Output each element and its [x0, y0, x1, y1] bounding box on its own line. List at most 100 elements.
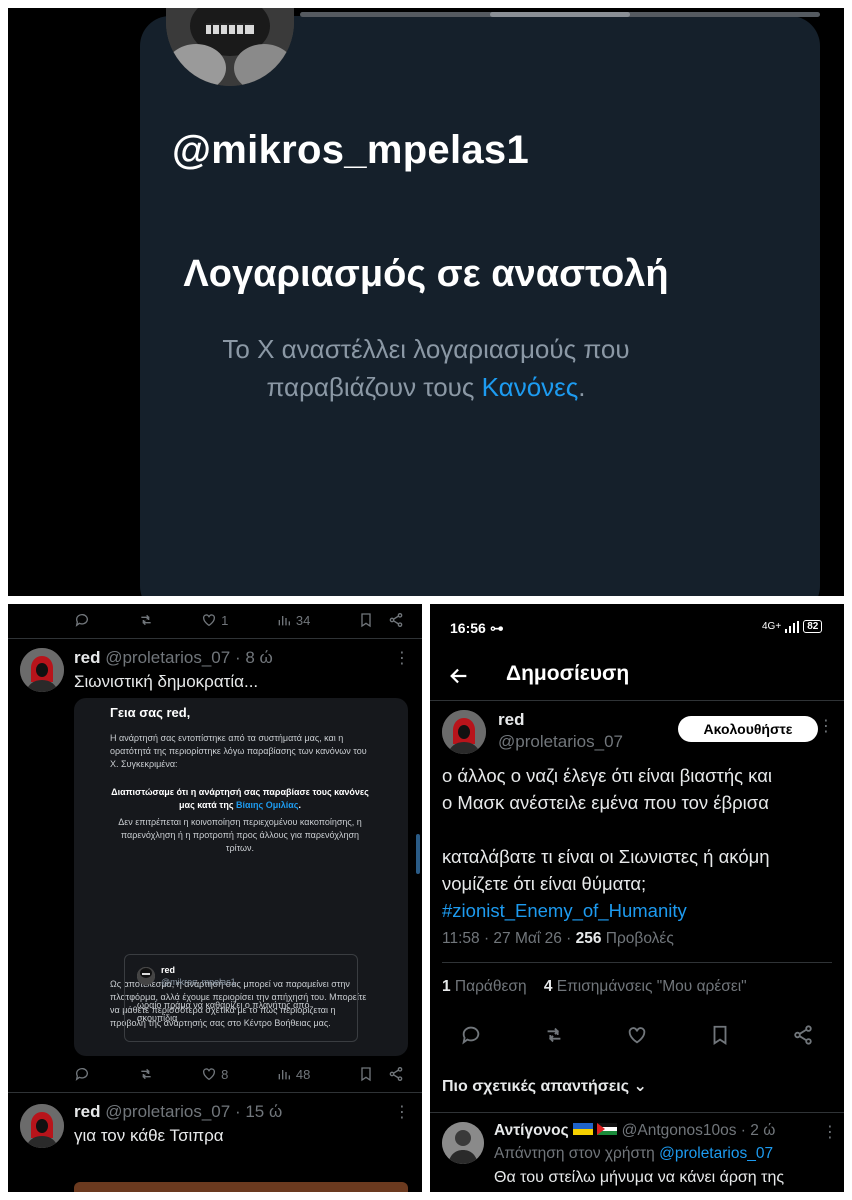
post-line: καταλάβατε τι είναι οι Σιωνιστες ή ακόμη — [442, 846, 770, 867]
post-line: νομίζετε ότι είναι θύματα; — [442, 873, 647, 894]
post-detail-panel: 16:56 ⊶ 4G+ 82 Δημοσίευση red @proletari… — [430, 604, 844, 1192]
quoted-tweet[interactable]: red @mikros_mpelas1 ωραίο πράμα να καθαρ… — [124, 954, 358, 1042]
view-count: 34 — [295, 612, 311, 628]
tweet-text: για τον κάθε Τσιπρα — [74, 1126, 224, 1145]
reply-author-name[interactable]: Αντίγονος — [494, 1122, 569, 1139]
scrollbar[interactable] — [416, 834, 420, 874]
author-avatar[interactable] — [442, 710, 486, 754]
more-icon[interactable]: ⋮ — [818, 716, 834, 736]
key-icon: ⊶ — [489, 620, 504, 636]
engagement-stats: 1 Παράθεση 4 Επισημάνσεις "Μου αρέσει" — [442, 978, 747, 996]
feed-panel: 1 34 red @proletarios_07 · 8 ώ ⋮ Σιωνιστ… — [8, 604, 422, 1192]
more-icon[interactable]: ⋮ — [394, 1102, 410, 1122]
heart-icon — [203, 1068, 216, 1081]
views-icon — [278, 616, 290, 626]
quote-name: red — [161, 965, 176, 975]
views-button[interactable]: 48 — [276, 1066, 310, 1082]
tweet-text: Σιωνιστική δημοκρατία... — [74, 672, 259, 691]
tweet-time[interactable]: · 8 ώ — [235, 648, 273, 667]
repost-button[interactable] — [138, 1066, 154, 1082]
battery-indicator: 82 — [803, 620, 823, 633]
author-name[interactable]: red — [74, 1102, 100, 1121]
moderation-notice[interactable]: Γεια σας red, Η ανάρτησή σας εντοπίστηκε… — [74, 698, 408, 1056]
bookmark-icon[interactable] — [358, 1066, 374, 1082]
author-name[interactable]: red — [498, 710, 524, 730]
like-count: 8 — [221, 1066, 229, 1082]
repost-icon — [140, 614, 151, 626]
post-line: ο Μασκ ανέστειλε εμένα που τον έβρισα — [442, 792, 769, 813]
post-actions — [460, 1024, 814, 1046]
violation-period: . — [298, 800, 301, 810]
share-icon[interactable] — [388, 612, 404, 628]
tweet-extra-actions — [358, 1066, 404, 1082]
reply-button[interactable] — [74, 612, 90, 628]
tweet-time[interactable]: · 15 ώ — [235, 1102, 282, 1121]
views-button[interactable]: 34 — [276, 612, 310, 628]
suspended-account-panel: @mikros_mpelas1 Λογαριασμός σε αναστολή … — [8, 8, 844, 596]
reply-to-link[interactable]: @proletarios_07 — [659, 1145, 773, 1162]
share-icon[interactable] — [388, 1066, 404, 1082]
network-indicator: 4G+ — [762, 621, 782, 632]
views-icon — [278, 1070, 290, 1080]
author-handle[interactable]: @proletarios_07 — [105, 1102, 230, 1121]
reply-to-label: Απάντηση στον χρήστη — [494, 1145, 660, 1162]
subtitle-line: παραβιάζουν τους Κανόνες. — [8, 368, 844, 406]
repost-button[interactable] — [138, 612, 154, 628]
clock: 16:56 — [450, 620, 486, 636]
tweet-actions: 1 34 — [74, 612, 404, 628]
quote-text: ωραίο πράμα να καθαρίζει ο πλανήτης από … — [137, 1000, 310, 1023]
profile-handle: @mikros_mpelas1 — [172, 128, 530, 172]
reply-time[interactable]: · 2 ώ — [741, 1122, 776, 1139]
quotes-stat[interactable]: 1 Παράθεση — [442, 978, 527, 995]
views-label: Προβολές — [601, 930, 674, 947]
suspended-card — [140, 16, 820, 596]
notice-greeting: Γεια σας red, — [110, 705, 191, 720]
reply-avatar[interactable] — [442, 1122, 484, 1164]
tweet-actions: 8 48 — [74, 1066, 404, 1082]
reply-header: Αντίγονος @Antgonos10os · 2 ώ — [494, 1122, 775, 1140]
author-handle[interactable]: @proletarios_07 — [498, 732, 623, 752]
more-icon[interactable]: ⋮ — [394, 648, 410, 668]
quotes-count: 1 — [442, 978, 451, 995]
reply-author-handle[interactable]: @Antgonos10os — [622, 1122, 737, 1139]
quote-avatar — [137, 967, 155, 985]
suspended-title: Λογαριασμός σε αναστολή — [183, 253, 669, 295]
repost-icon[interactable] — [543, 1024, 565, 1046]
replies-sort-dropdown[interactable]: Πιο σχετικές απαντήσεις ⌄ — [442, 1076, 647, 1096]
tweet-header: red @proletarios_07 · 8 ώ — [74, 648, 273, 668]
likes-stat[interactable]: 4 Επισημάνσεις "Μου αρέσει" — [544, 978, 747, 995]
reply-icon[interactable] — [460, 1024, 482, 1046]
bookmark-icon[interactable] — [358, 612, 374, 628]
subtitle-period: . — [578, 372, 586, 402]
ukraine-flag-icon — [573, 1123, 594, 1135]
more-icon[interactable]: ⋮ — [822, 1122, 838, 1142]
media-preview[interactable] — [74, 1182, 408, 1192]
reply-button[interactable] — [74, 1066, 90, 1082]
view-count: 48 — [295, 1066, 311, 1082]
like-button[interactable]: 8 — [201, 1066, 228, 1082]
heart-icon — [203, 614, 216, 627]
notice-paragraph: Η ανάρτησή σας εντοπίστηκε από τα συστήμ… — [110, 733, 367, 769]
avatar[interactable] — [20, 648, 64, 692]
post-line: ο άλλος ο ναζι έλεγε ότι είναι βιαστής κ… — [442, 765, 773, 786]
quote-handle: @mikros_mpelas1 — [161, 977, 236, 987]
status-icons: 4G+ 82 — [762, 620, 823, 633]
progress-bar — [300, 12, 820, 17]
avatar[interactable] — [20, 1104, 64, 1148]
page-title: Δημοσίευση — [506, 662, 630, 685]
author-handle[interactable]: @proletarios_07 — [105, 648, 230, 667]
hashtag-link[interactable]: #zionist_Enemy_of_Humanity — [442, 897, 687, 924]
rules-link[interactable]: Κανόνες — [482, 372, 579, 402]
violent-speech-link[interactable]: Βίαιης Ομιλίας — [236, 800, 298, 810]
bookmark-icon[interactable] — [709, 1024, 731, 1046]
follow-button[interactable]: Ακολουθήστε — [678, 716, 818, 742]
back-arrow-icon[interactable] — [448, 665, 470, 687]
share-icon[interactable] — [792, 1024, 814, 1046]
like-button[interactable]: 1 — [201, 612, 228, 628]
subtitle-line: Το X αναστέλλει λογαριασμούς που — [222, 334, 630, 364]
heart-icon[interactable] — [626, 1024, 648, 1046]
like-count: 1 — [221, 612, 229, 628]
author-name[interactable]: red — [74, 648, 100, 667]
tweet-extra-actions — [358, 612, 404, 628]
reply-icon — [75, 614, 88, 627]
